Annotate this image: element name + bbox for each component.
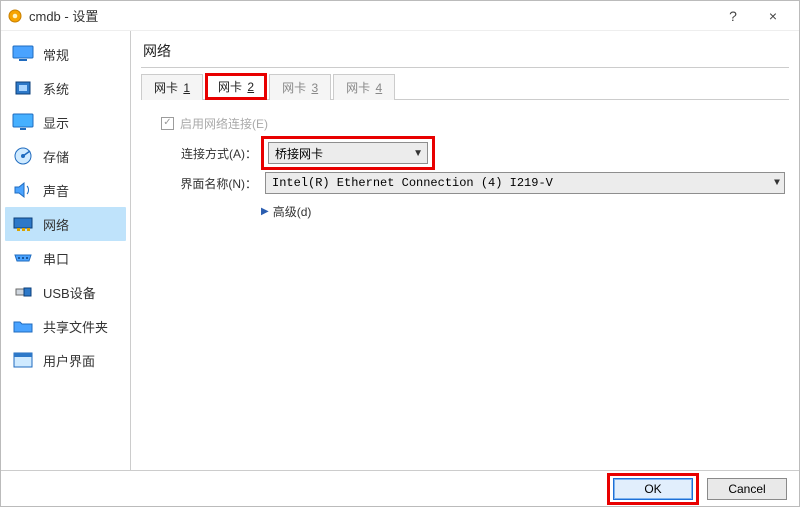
sidebar-item-general[interactable]: 常规 — [5, 37, 126, 71]
attached-to-highlight: 桥接网卡 ▼ — [261, 136, 435, 170]
ok-button[interactable]: OK — [613, 478, 693, 500]
sidebar-item-shared[interactable]: 共享文件夹 — [5, 309, 126, 343]
content-pane: 网络 网卡 1 网卡 2 网卡 3 网卡 4 ✓ 启用网络连接(E) 连接方式(… — [131, 31, 799, 470]
settings-sidebar: 常规 系统 显示 存储 声音 网络 串口 USB设备 — [1, 31, 131, 470]
sidebar-item-serial[interactable]: 串口 — [5, 241, 126, 275]
interface-name-row: 界面名称(N)： Intel(R) Ethernet Connection (4… — [161, 170, 785, 196]
sidebar-item-display[interactable]: 显示 — [5, 105, 126, 139]
sidebar-item-label: 显示 — [43, 113, 69, 132]
triangle-right-icon: ▶ — [261, 206, 269, 217]
chevron-down-icon: ▼ — [774, 178, 780, 189]
sidebar-item-audio[interactable]: 声音 — [5, 173, 126, 207]
sidebar-item-system[interactable]: 系统 — [5, 71, 126, 105]
section-title: 网络 — [141, 39, 789, 68]
attached-to-label: 连接方式(A)： — [161, 145, 261, 162]
sidebar-item-label: 常规 — [43, 45, 69, 64]
interface-name-value: Intel(R) Ethernet Connection (4) I219-V — [272, 176, 553, 190]
tab-adapter-1[interactable]: 网卡 1 — [141, 74, 203, 100]
enable-network-checkbox[interactable]: ✓ — [161, 117, 174, 130]
monitor-icon — [11, 44, 35, 64]
window-title: cmdb - 设置 — [29, 6, 98, 25]
attached-to-select[interactable]: 桥接网卡 ▼ — [268, 142, 428, 164]
attached-to-value: 桥接网卡 — [275, 145, 323, 162]
ok-highlight: OK — [607, 473, 699, 505]
sidebar-item-network[interactable]: 网络 — [5, 207, 126, 241]
app-icon — [7, 8, 23, 24]
advanced-label: 高级(d) — [273, 203, 312, 220]
ui-icon — [11, 350, 35, 370]
adapter-form: ✓ 启用网络连接(E) 连接方式(A)： 桥接网卡 ▼ 界面名称(N)： Int… — [141, 100, 789, 222]
sidebar-item-usb[interactable]: USB设备 — [5, 275, 126, 309]
serial-icon — [11, 248, 35, 268]
cancel-button[interactable]: Cancel — [707, 478, 787, 500]
interface-name-select[interactable]: Intel(R) Ethernet Connection (4) I219-V … — [265, 172, 785, 194]
sidebar-item-label: 串口 — [43, 249, 69, 268]
chevron-down-icon: ▼ — [413, 148, 423, 159]
chip-icon — [11, 78, 35, 98]
sidebar-item-ui[interactable]: 用户界面 — [5, 343, 126, 377]
attached-to-row: 连接方式(A)： 桥接网卡 ▼ — [161, 140, 785, 166]
advanced-expander[interactable]: ▶ 高级(d) — [261, 200, 785, 222]
enable-network-label: 启用网络连接(E) — [180, 115, 268, 132]
display-icon — [11, 112, 35, 132]
sidebar-item-label: 用户界面 — [43, 351, 95, 370]
dialog-footer: OK Cancel — [1, 470, 799, 506]
sidebar-item-label: 声音 — [43, 181, 69, 200]
usb-icon — [11, 282, 35, 302]
sidebar-item-label: 系统 — [43, 79, 69, 98]
help-button[interactable]: ? — [713, 1, 753, 31]
tab-adapter-2[interactable]: 网卡 2 — [205, 73, 267, 100]
interface-name-label: 界面名称(N)： — [161, 175, 261, 192]
enable-network-row: ✓ 启用网络连接(E) — [161, 110, 785, 136]
tab-adapter-3[interactable]: 网卡 3 — [269, 74, 331, 100]
speaker-icon — [11, 180, 35, 200]
sidebar-item-label: 共享文件夹 — [43, 317, 108, 336]
sidebar-item-label: 网络 — [43, 215, 69, 234]
folder-icon — [11, 316, 35, 336]
nic-icon — [11, 214, 35, 234]
close-button[interactable]: × — [753, 1, 793, 31]
disk-icon — [11, 146, 35, 166]
adapter-tabs: 网卡 1 网卡 2 网卡 3 网卡 4 — [141, 74, 789, 100]
title-bar: cmdb - 设置 ? × — [1, 1, 799, 31]
sidebar-item-label: 存储 — [43, 147, 69, 166]
sidebar-item-storage[interactable]: 存储 — [5, 139, 126, 173]
tab-adapter-4[interactable]: 网卡 4 — [333, 74, 395, 100]
main-area: 常规 系统 显示 存储 声音 网络 串口 USB设备 — [1, 31, 799, 470]
sidebar-item-label: USB设备 — [43, 283, 96, 302]
